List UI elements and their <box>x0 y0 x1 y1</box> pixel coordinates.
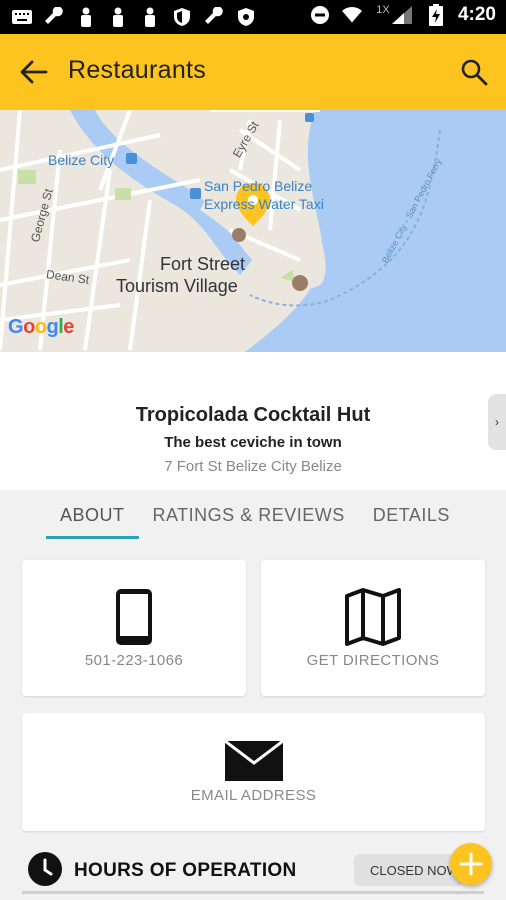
plus-icon <box>459 852 483 876</box>
map-label-tourism-village: Tourism Village <box>116 276 238 296</box>
status-badge: CLOSED NOW <box>354 854 464 886</box>
directions-card[interactable]: GET DIRECTIONS <box>261 560 485 696</box>
shield-icon <box>172 6 192 28</box>
status-bar-notifications <box>12 6 256 28</box>
map-label-water-taxi-2: Express Water Taxi <box>204 196 324 212</box>
search-button[interactable] <box>456 54 492 90</box>
tab-about[interactable]: ABOUT <box>46 505 139 539</box>
arrow-back-icon <box>20 60 48 84</box>
clock-icon <box>28 852 62 886</box>
phone-number: 501-223-1066 <box>84 652 184 669</box>
figure-icon <box>140 6 160 28</box>
google-logo: Google <box>8 316 74 338</box>
place-tagline: The best ceviche in town <box>164 434 342 451</box>
email-icon <box>224 741 283 781</box>
vpn-icon <box>236 6 256 28</box>
tab-bar: ABOUT RATINGS & REVIEWS DETAILS <box>46 505 450 539</box>
get-directions-label: GET DIRECTIONS <box>306 652 440 669</box>
tab-ratings-reviews[interactable]: RATINGS & REVIEWS <box>153 505 345 539</box>
chevron-right-icon: › <box>495 415 499 429</box>
wrench-icon <box>44 6 64 28</box>
status-bar-system: 1X 4:20 <box>310 4 496 26</box>
call-card[interactable]: 501-223-1066 <box>22 560 246 696</box>
email-card[interactable]: EMAIL ADDRESS <box>22 713 485 831</box>
place-name: Tropicolada Cocktail Hut <box>135 404 371 426</box>
battery-charging-icon <box>426 4 446 26</box>
place-address: 7 Fort St Belize City Belize <box>164 458 342 475</box>
map-label-water-taxi-1: San Pedro Belize <box>204 178 313 194</box>
wrench-icon <box>204 6 224 28</box>
place-info: Tropicolada Cocktail Hut The best cevich… <box>0 352 506 490</box>
add-button[interactable] <box>450 843 492 885</box>
status-bar: 1X 4:20 <box>0 0 506 34</box>
side-panel-handle[interactable]: › <box>488 394 506 450</box>
email-address-label: EMAIL ADDRESS <box>190 787 317 804</box>
hours-title: HOURS OF OPERATION <box>74 860 297 881</box>
figure-icon <box>76 6 96 28</box>
search-icon <box>461 59 488 86</box>
signal-label: 1X <box>376 4 390 16</box>
map-view[interactable]: Belize City Eyre St George St Dean St Sa… <box>0 110 506 352</box>
map-label-belize-city: Belize City <box>48 152 115 168</box>
status-time: 4:20 <box>457 4 496 25</box>
page-title: Restaurants <box>68 56 207 84</box>
map-label-fort-street: Fort Street <box>160 254 246 274</box>
tab-details[interactable]: DETAILS <box>373 505 450 539</box>
hours-section[interactable]: HOURS OF OPERATION CLOSED NOW <box>22 846 484 894</box>
do-not-disturb-icon <box>310 4 330 26</box>
cell-signal-icon: 1X <box>374 4 414 26</box>
phone-icon <box>116 589 152 645</box>
map-graphic <box>0 110 506 352</box>
back-button[interactable] <box>16 56 52 88</box>
wifi-icon <box>341 4 362 26</box>
figure-icon <box>108 6 128 28</box>
keyboard-icon <box>12 6 32 28</box>
app-bar: Restaurants <box>0 34 506 110</box>
map-fold-icon <box>345 588 401 646</box>
divider <box>22 891 484 894</box>
